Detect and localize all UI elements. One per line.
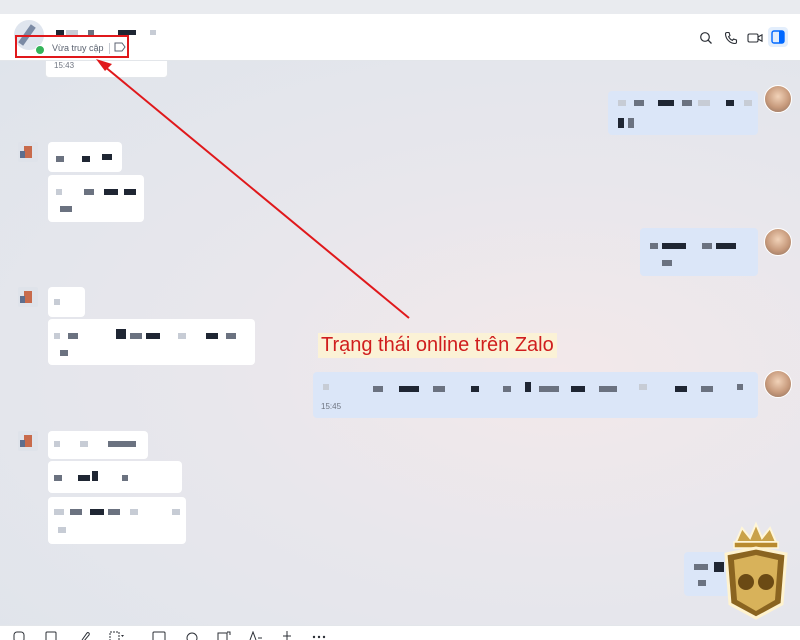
annotation-arrow	[96, 59, 410, 319]
annotation-label: Trạng thái online trên Zalo	[318, 333, 557, 358]
composer-toolbar	[0, 625, 800, 640]
brand-logo	[724, 521, 788, 620]
